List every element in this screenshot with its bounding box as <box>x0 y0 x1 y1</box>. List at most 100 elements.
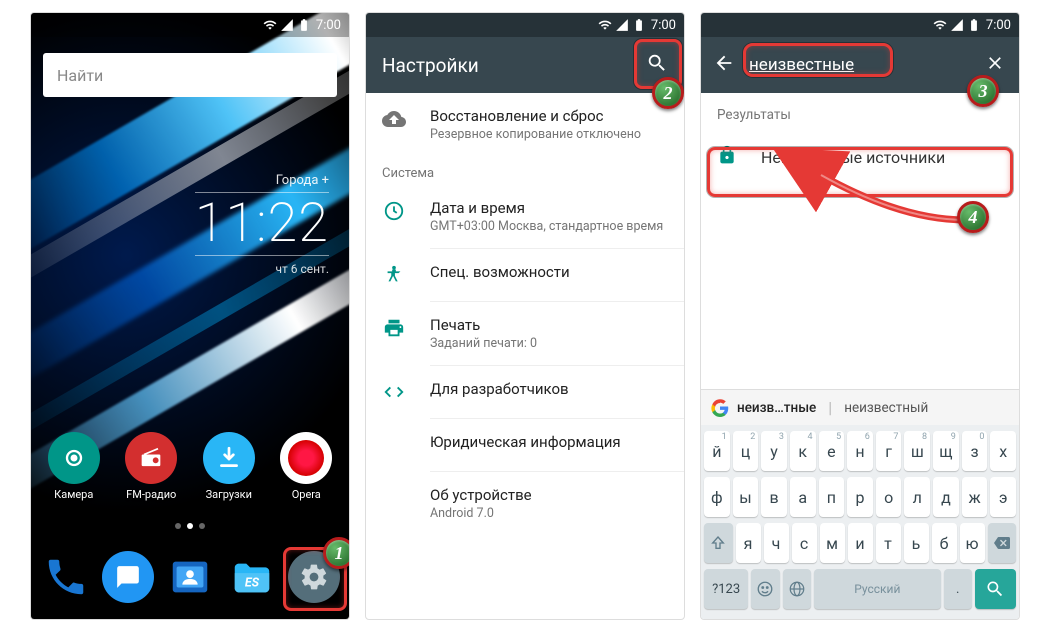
callout-1: 1 <box>323 537 349 569</box>
wifi-icon <box>598 18 612 32</box>
settings-item-print[interactable]: ПечатьЗаданий печати: 0 <box>366 302 684 365</box>
search-icon <box>985 579 1005 599</box>
dock-es-explorer[interactable]: ES <box>221 551 283 607</box>
key-space[interactable]: Русский <box>814 569 940 609</box>
key-п[interactable]: п <box>819 477 845 517</box>
key-ж[interactable]: ж <box>962 477 988 517</box>
developer-icon <box>382 380 406 404</box>
accessibility-icon <box>382 263 406 287</box>
key-shift[interactable] <box>704 523 733 563</box>
dock-phone[interactable] <box>35 551 97 607</box>
key-р[interactable]: р <box>847 477 873 517</box>
key-ч[interactable]: ч <box>764 523 789 563</box>
settings-item-backup[interactable]: Восстановление и сбросРезервное копирова… <box>366 93 684 156</box>
status-bar: 7:00 <box>366 13 684 37</box>
suggestion-1[interactable]: неизв…тные <box>737 400 816 416</box>
settings-title: Настройки <box>382 54 479 77</box>
page-indicator <box>31 523 349 529</box>
battery-icon <box>297 18 311 32</box>
google-icon <box>711 399 729 417</box>
search-bar[interactable]: Найти <box>43 53 337 97</box>
key-к[interactable]: к4 <box>790 431 816 471</box>
key-с[interactable]: с <box>792 523 817 563</box>
key-search[interactable] <box>975 569 1016 609</box>
suggestion-2[interactable]: неизвестный <box>844 400 928 416</box>
back-button[interactable] <box>713 52 735 78</box>
callout-2: 2 <box>652 77 684 109</box>
clear-button[interactable] <box>985 53 1007 77</box>
key-globe[interactable] <box>783 569 811 609</box>
key-у[interactable]: у3 <box>761 431 787 471</box>
key-и[interactable]: и <box>848 523 873 563</box>
status-time: 7:00 <box>651 18 676 33</box>
key-backspace[interactable] <box>988 523 1017 563</box>
key-б[interactable]: б <box>932 523 957 563</box>
app-radio[interactable]: FM-радио <box>116 432 186 501</box>
settings-item-datetime[interactable]: Дата и времяGMT+03:00 Москва, стандартно… <box>366 185 684 248</box>
key-в[interactable]: в <box>761 477 787 517</box>
settings-item-developer[interactable]: Для разработчиков <box>366 366 684 418</box>
clock-date: чт 6 сент. <box>195 262 329 276</box>
clock-icon <box>382 199 406 223</box>
key-т[interactable]: т <box>876 523 901 563</box>
key-л[interactable]: л <box>904 477 930 517</box>
key-ц[interactable]: ц2 <box>733 431 759 471</box>
wifi-icon <box>933 18 947 32</box>
phone-search-settings: 7:00 Результаты Неизвестные источники не… <box>700 12 1020 620</box>
section-system: Система <box>366 156 684 185</box>
app-downloads[interactable]: Загрузки <box>194 432 264 501</box>
key-о[interactable]: о <box>876 477 902 517</box>
phone-icon <box>40 551 92 603</box>
clock-widget[interactable]: Города + 11:22 чт 6 сент. <box>195 173 329 276</box>
app-opera[interactable]: Opera <box>271 432 341 501</box>
app-camera[interactable]: Камера <box>39 432 109 501</box>
key-symbols[interactable]: ?123 <box>704 569 748 609</box>
key-г[interactable]: г7 <box>876 431 902 471</box>
suggestion-bar: неизв…тные | неизвестный <box>701 389 1019 425</box>
dock-contacts[interactable] <box>159 551 221 607</box>
dock-messages[interactable] <box>97 551 159 607</box>
backspace-icon <box>992 535 1012 551</box>
keyboard-row-2: фывапролджэ <box>704 477 1016 517</box>
shift-icon <box>710 535 726 551</box>
key-ю[interactable]: ю <box>960 523 985 563</box>
key-ф[interactable]: ф <box>704 477 730 517</box>
key-х[interactable]: х <box>990 431 1016 471</box>
signal-icon <box>615 18 629 32</box>
contacts-icon <box>164 551 216 603</box>
key-м[interactable]: м <box>820 523 845 563</box>
key-з[interactable]: з0 <box>962 431 988 471</box>
keyboard-row-4: ?123 Русский . <box>704 569 1016 609</box>
emoji-icon <box>756 580 774 598</box>
phone-settings-list: 7:00 Настройки Восстановление и сбросРез… <box>365 12 685 620</box>
signal-icon <box>950 18 964 32</box>
cloud-icon <box>382 107 406 131</box>
key-а[interactable]: а <box>790 477 816 517</box>
key-ь[interactable]: ь <box>904 523 929 563</box>
battery-icon <box>967 18 981 32</box>
key-д[interactable]: д <box>933 477 959 517</box>
key-щ[interactable]: щ9 <box>933 431 959 471</box>
callout-4: 4 <box>957 201 989 233</box>
keyboard-row-3: ячсмитьбю <box>704 523 1016 563</box>
key-ы[interactable]: ы <box>733 477 759 517</box>
key-е[interactable]: е5 <box>819 431 845 471</box>
key-й[interactable]: й1 <box>704 431 730 471</box>
key-emoji[interactable] <box>751 569 779 609</box>
key-н[interactable]: н6 <box>847 431 873 471</box>
settings-list: Восстановление и сбросРезервное копирова… <box>366 93 684 535</box>
es-icon: ES <box>226 551 278 603</box>
signal-icon <box>280 18 294 32</box>
settings-item-about[interactable]: Об устройствеAndroid 7.0 <box>366 472 684 535</box>
settings-item-legal[interactable]: Юридическая информация <box>366 419 684 471</box>
close-icon <box>985 53 1005 73</box>
key-ш[interactable]: ш8 <box>904 431 930 471</box>
settings-item-accessibility[interactable]: Спец. возможности <box>366 249 684 301</box>
opera-icon <box>280 432 332 484</box>
key-э[interactable]: э <box>990 477 1016 517</box>
clock-city: Города + <box>195 173 329 188</box>
camera-icon <box>48 432 100 484</box>
phone-home-screen: 7:00 Найти Города + 11:22 чт 6 сент. Кам… <box>30 12 350 620</box>
key-period[interactable]: . <box>944 569 972 609</box>
key-я[interactable]: я <box>736 523 761 563</box>
